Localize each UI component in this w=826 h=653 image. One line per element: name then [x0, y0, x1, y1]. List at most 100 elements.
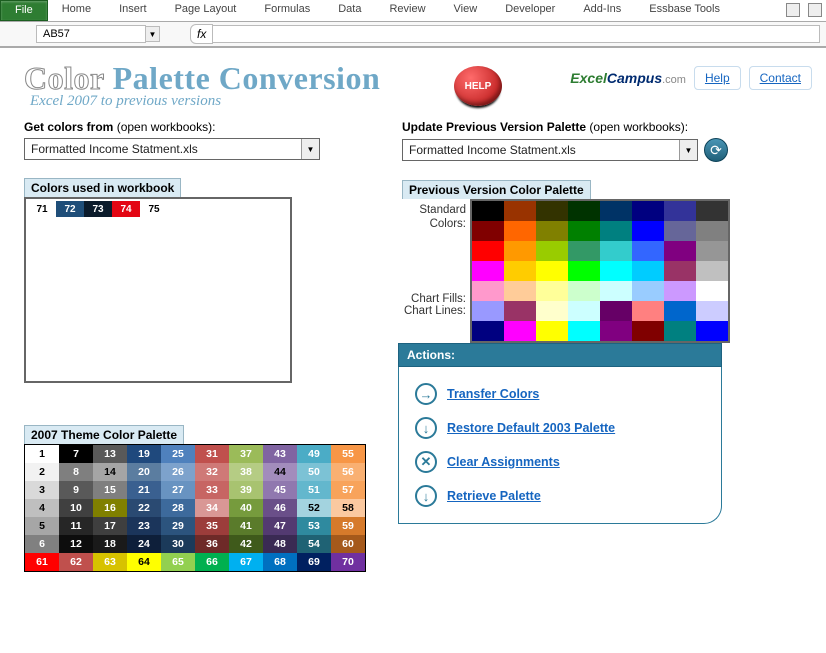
- used-swatch-71[interactable]: 71: [28, 201, 56, 217]
- theme-swatch-6[interactable]: 6: [25, 535, 59, 553]
- palette-swatch[interactable]: [568, 241, 600, 261]
- palette-swatch[interactable]: [632, 201, 664, 221]
- theme-swatch-33[interactable]: 33: [195, 481, 229, 499]
- theme-swatch-24[interactable]: 24: [127, 535, 161, 553]
- palette-swatch[interactable]: [664, 301, 696, 321]
- theme-swatch-56[interactable]: 56: [331, 463, 365, 481]
- palette-swatch[interactable]: [568, 261, 600, 281]
- palette-swatch[interactable]: [472, 221, 504, 241]
- ribbon-tab-data[interactable]: Data: [324, 0, 375, 21]
- theme-swatch-70[interactable]: 70: [331, 553, 365, 571]
- palette-swatch[interactable]: [568, 221, 600, 241]
- palette-swatch[interactable]: [600, 321, 632, 341]
- theme-swatch-19[interactable]: 19: [127, 445, 161, 463]
- theme-swatch-39[interactable]: 39: [229, 481, 263, 499]
- palette-swatch[interactable]: [600, 261, 632, 281]
- theme-swatch-55[interactable]: 55: [331, 445, 365, 463]
- theme-swatch-26[interactable]: 26: [161, 463, 195, 481]
- palette-swatch[interactable]: [600, 281, 632, 301]
- ribbon-tab-formulas[interactable]: Formulas: [250, 0, 324, 21]
- theme-swatch-27[interactable]: 27: [161, 481, 195, 499]
- palette-swatch[interactable]: [536, 261, 568, 281]
- fx-label[interactable]: fx: [190, 24, 213, 44]
- action-0[interactable]: →Transfer Colors: [413, 377, 707, 411]
- theme-swatch-30[interactable]: 30: [161, 535, 195, 553]
- theme-swatch-41[interactable]: 41: [229, 517, 263, 535]
- palette-swatch[interactable]: [472, 281, 504, 301]
- theme-swatch-40[interactable]: 40: [229, 499, 263, 517]
- theme-swatch-28[interactable]: 28: [161, 499, 195, 517]
- palette-swatch[interactable]: [600, 221, 632, 241]
- theme-swatch-64[interactable]: 64: [127, 553, 161, 571]
- theme-swatch-11[interactable]: 11: [59, 517, 93, 535]
- palette-swatch[interactable]: [568, 201, 600, 221]
- theme-swatch-51[interactable]: 51: [297, 481, 331, 499]
- palette-swatch[interactable]: [504, 221, 536, 241]
- theme-swatch-13[interactable]: 13: [93, 445, 127, 463]
- theme-swatch-2[interactable]: 2: [25, 463, 59, 481]
- palette-swatch[interactable]: [696, 201, 728, 221]
- palette-swatch[interactable]: [472, 201, 504, 221]
- used-swatch-74[interactable]: 74: [112, 201, 140, 217]
- palette-swatch[interactable]: [568, 301, 600, 321]
- theme-swatch-43[interactable]: 43: [263, 445, 297, 463]
- help-button-icon[interactable]: HELP: [454, 66, 502, 106]
- palette-swatch[interactable]: [696, 221, 728, 241]
- theme-swatch-16[interactable]: 16: [93, 499, 127, 517]
- ribbon-tab-home[interactable]: Home: [48, 0, 105, 21]
- palette-swatch[interactable]: [664, 321, 696, 341]
- theme-swatch-53[interactable]: 53: [297, 517, 331, 535]
- palette-swatch[interactable]: [504, 241, 536, 261]
- palette-swatch[interactable]: [472, 241, 504, 261]
- ribbon-tab-review[interactable]: Review: [375, 0, 439, 21]
- theme-swatch-66[interactable]: 66: [195, 553, 229, 571]
- formula-input[interactable]: [213, 25, 820, 43]
- theme-swatch-17[interactable]: 17: [93, 517, 127, 535]
- theme-swatch-36[interactable]: 36: [195, 535, 229, 553]
- theme-swatch-15[interactable]: 15: [93, 481, 127, 499]
- theme-swatch-62[interactable]: 62: [59, 553, 93, 571]
- theme-swatch-50[interactable]: 50: [297, 463, 331, 481]
- palette-swatch[interactable]: [600, 241, 632, 261]
- action-3[interactable]: ↓Retrieve Palette: [413, 479, 707, 513]
- theme-swatch-8[interactable]: 8: [59, 463, 93, 481]
- theme-swatch-57[interactable]: 57: [331, 481, 365, 499]
- palette-swatch[interactable]: [632, 221, 664, 241]
- get-colors-dropdown[interactable]: Formatted Income Statment.xls ▼: [24, 138, 320, 160]
- theme-swatch-9[interactable]: 9: [59, 481, 93, 499]
- theme-swatch-20[interactable]: 20: [127, 463, 161, 481]
- palette-swatch[interactable]: [696, 281, 728, 301]
- theme-swatch-4[interactable]: 4: [25, 499, 59, 517]
- chevron-down-icon[interactable]: ▼: [679, 140, 697, 160]
- theme-swatch-35[interactable]: 35: [195, 517, 229, 535]
- palette-swatch[interactable]: [504, 261, 536, 281]
- theme-swatch-5[interactable]: 5: [25, 517, 59, 535]
- theme-swatch-52[interactable]: 52: [297, 499, 331, 517]
- palette-swatch[interactable]: [536, 301, 568, 321]
- palette-swatch[interactable]: [632, 321, 664, 341]
- palette-swatch[interactable]: [664, 221, 696, 241]
- ribbon-tab-pagelayout[interactable]: Page Layout: [161, 0, 251, 21]
- palette-swatch[interactable]: [632, 241, 664, 261]
- palette-swatch[interactable]: [632, 281, 664, 301]
- palette-swatch[interactable]: [632, 261, 664, 281]
- theme-swatch-49[interactable]: 49: [297, 445, 331, 463]
- palette-swatch[interactable]: [568, 321, 600, 341]
- palette-swatch[interactable]: [664, 201, 696, 221]
- palette-swatch[interactable]: [632, 301, 664, 321]
- theme-swatch-67[interactable]: 67: [229, 553, 263, 571]
- theme-swatch-21[interactable]: 21: [127, 481, 161, 499]
- theme-swatch-25[interactable]: 25: [161, 445, 195, 463]
- theme-swatch-38[interactable]: 38: [229, 463, 263, 481]
- ribbon-tab-view[interactable]: View: [440, 0, 492, 21]
- name-box-dropdown[interactable]: ▼: [146, 26, 160, 42]
- help-link[interactable]: Help: [694, 66, 741, 90]
- chevron-down-icon[interactable]: ▼: [301, 139, 319, 159]
- ribbon-help-icon[interactable]: [808, 3, 822, 17]
- palette-swatch[interactable]: [568, 281, 600, 301]
- theme-swatch-29[interactable]: 29: [161, 517, 195, 535]
- palette-swatch[interactable]: [536, 221, 568, 241]
- theme-swatch-60[interactable]: 60: [331, 535, 365, 553]
- palette-swatch[interactable]: [696, 321, 728, 341]
- palette-swatch[interactable]: [696, 301, 728, 321]
